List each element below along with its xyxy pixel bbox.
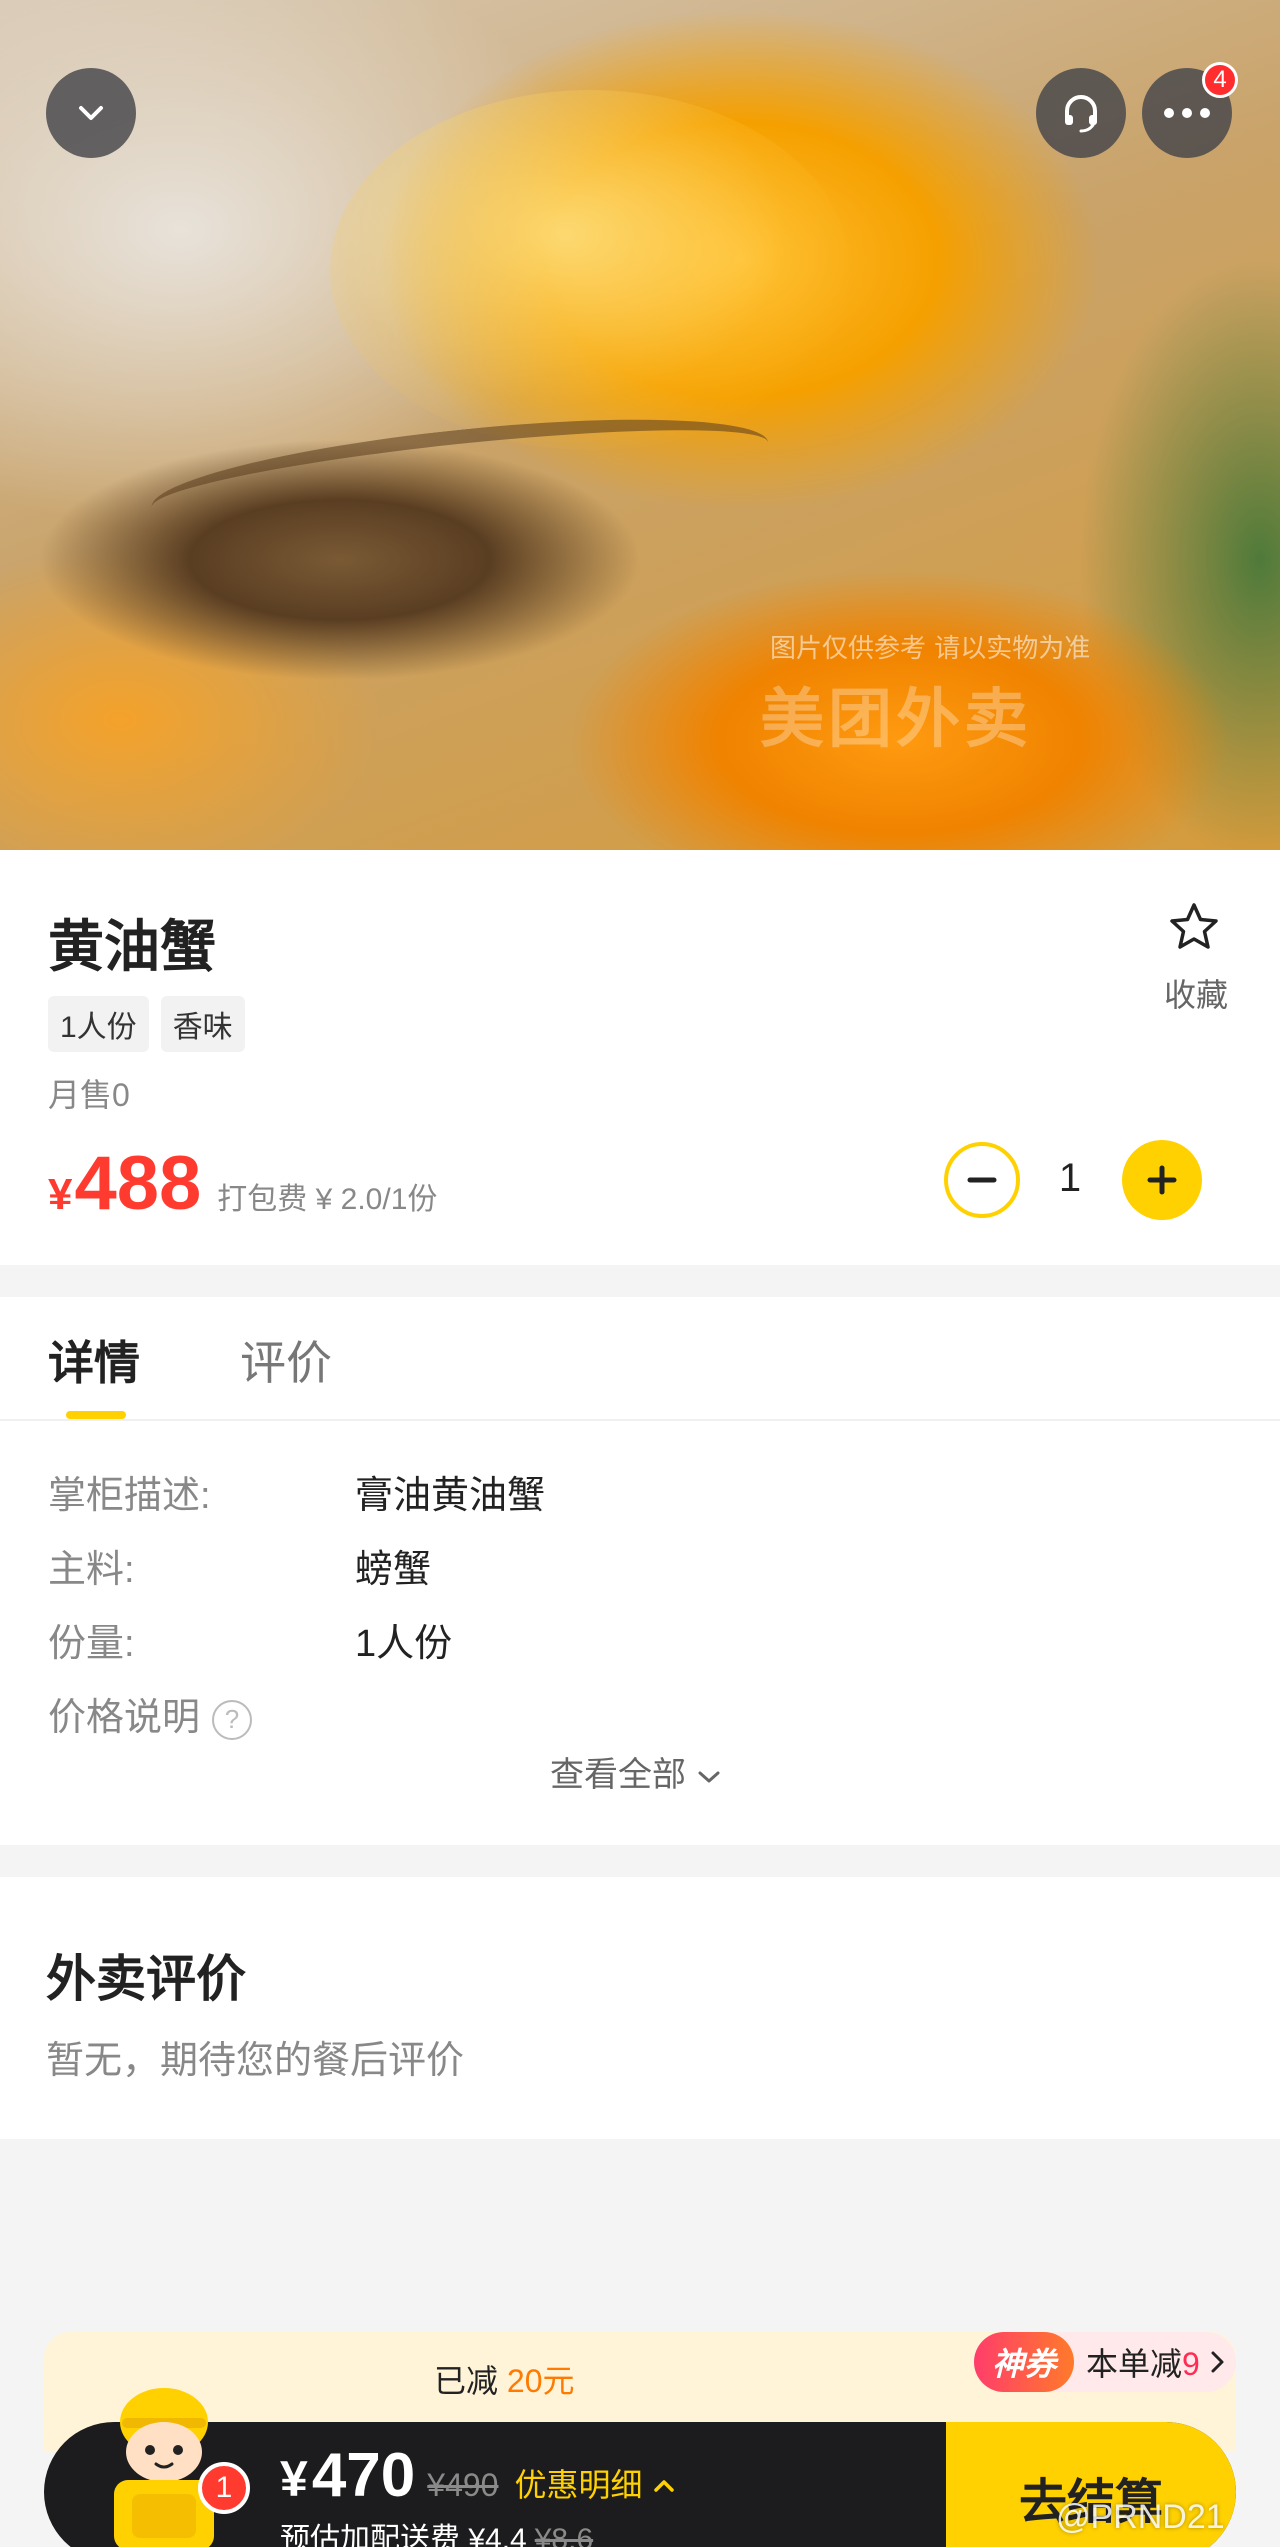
discount-details-link[interactable]: 优惠明细 — [514, 2460, 677, 2506]
favorite-label[interactable]: 收藏 — [1160, 970, 1232, 1016]
delivery-fee-original: ¥8.6 — [534, 2523, 594, 2547]
star-icon — [1170, 903, 1218, 949]
tab-details[interactable]: 详情 — [48, 1327, 140, 1393]
price-value: 488 — [74, 1141, 202, 1226]
image-watermark-logo: 美团外卖 — [760, 683, 1032, 757]
coupon-prefix: 本单减 — [1086, 2346, 1183, 2382]
delivery-fee: 预估加配送费 ¥4.4 — [280, 2523, 527, 2547]
notification-badge: 4 — [1202, 62, 1238, 98]
detail-value-portion: 1人份 — [355, 1623, 453, 1665]
chevron-up-icon — [654, 2480, 675, 2492]
minus-icon — [967, 1177, 997, 1183]
plus-icon — [1147, 1165, 1177, 1195]
original-total: ¥490 — [427, 2467, 499, 2503]
image-highlight — [330, 90, 850, 450]
coupon-pill[interactable]: 神券 本单减9 — [974, 2332, 1236, 2392]
product-title: 黄油蟹 — [48, 915, 216, 978]
customer-service-button[interactable] — [1036, 68, 1126, 158]
detail-key-description: 掌柜描述: — [48, 1475, 211, 1517]
packing-fee: 打包费 ¥ 2.0/1份 — [217, 1183, 438, 1216]
active-tab-indicator — [66, 1411, 126, 1419]
detail-key-ingredient: 主料: — [48, 1549, 135, 1591]
more-dots-icon — [1164, 108, 1210, 118]
reviews-card: 外卖评价 暂无，期待您的餐后评价 — [0, 1877, 1280, 2139]
tab-reviews[interactable]: 评价 — [240, 1327, 332, 1393]
quantity-value: 1 — [1058, 1156, 1082, 1200]
discount-amount: 20元 — [506, 2363, 575, 2399]
cart-total-row: ¥ 470 ¥490 优惠明细 — [280, 2440, 677, 2511]
collapse-button[interactable] — [46, 68, 136, 158]
tag-portion: 1人份 — [48, 996, 149, 1052]
price-row: ¥ 488 打包费 ¥ 2.0/1份 — [48, 1146, 437, 1222]
discount-text: 已减 20元 — [434, 2356, 575, 2402]
total-price: 470 — [311, 2441, 416, 2510]
chevron-down-icon — [79, 106, 103, 120]
favorite-button[interactable] — [1160, 900, 1228, 959]
view-all-label: 查看全部 — [550, 1756, 686, 1794]
weibo-watermark: @PRND21 — [1056, 2498, 1225, 2536]
price-currency: ¥ — [48, 1170, 73, 1219]
detail-tabs: 详情 评价 — [0, 1297, 1280, 1421]
detail-value-description: 膏油黄油蟹 — [355, 1475, 546, 1517]
tag-flavor: 香味 — [160, 996, 245, 1052]
monthly-sales: 月售0 — [48, 1077, 130, 1113]
reviews-title: 外卖评价 — [46, 1951, 246, 2007]
coupon-text: 本单减9 — [1086, 2339, 1200, 2385]
total-currency: ¥ — [280, 2451, 308, 2507]
headset-icon — [1065, 95, 1097, 133]
decrease-quantity-button[interactable] — [944, 1142, 1020, 1218]
detail-key-portion: 份量: — [48, 1623, 135, 1665]
detail-key-price-note: 价格说明 — [48, 1697, 201, 1739]
help-icon[interactable]: ? — [212, 1699, 253, 1740]
view-all-button[interactable]: 查看全部 — [550, 1747, 723, 1796]
discount-details-label: 优惠明细 — [514, 2467, 643, 2503]
coupon-amount: 9 — [1182, 2346, 1200, 2382]
coupon-tag: 神券 — [974, 2332, 1075, 2392]
product-info-card: 黄油蟹 收藏 1人份 香味 月售0 ¥ 488 打包费 ¥ 2.0/1份 1 — [0, 850, 1280, 1265]
increase-quantity-button[interactable] — [1122, 1140, 1202, 1220]
more-menu-button[interactable]: 4 — [1142, 62, 1238, 158]
reviews-empty-text: 暂无，期待您的餐后评价 — [46, 2040, 465, 2082]
detail-value-ingredient: 螃蟹 — [355, 1549, 432, 1591]
image-watermark: 图片仅供参考 请以实物为准 — [770, 634, 1091, 664]
discount-prefix: 已减 — [434, 2363, 499, 2399]
chevron-right-icon — [1211, 2351, 1224, 2373]
detail-card: 详情 评价 掌柜描述: 膏油黄油蟹 主料: 螃蟹 份量: 1人份 价格说明? 查… — [0, 1297, 1280, 1845]
delivery-fee-row: 预估加配送费 ¥4.4 ¥8.6 — [280, 2514, 593, 2547]
price-note-row: 价格说明? — [48, 1686, 253, 1741]
product-tags: 1人份 香味 — [48, 996, 245, 1052]
chevron-down-icon — [698, 1771, 720, 1783]
cart-count-badge: 1 — [198, 2462, 250, 2514]
